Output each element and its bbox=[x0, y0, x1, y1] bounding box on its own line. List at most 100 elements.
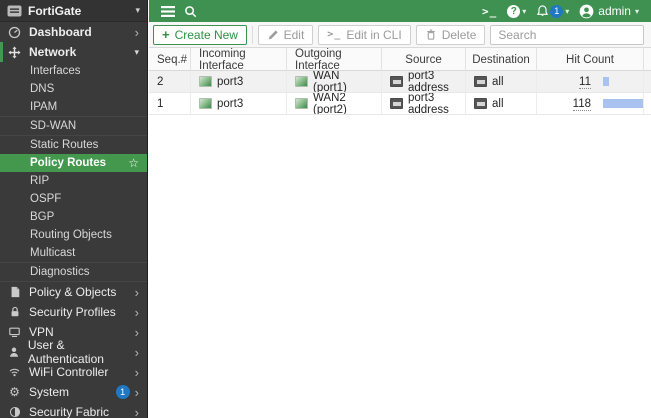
plus-icon: + bbox=[162, 27, 170, 42]
outgoing-interface-label: WAN (port1) bbox=[313, 71, 347, 92]
sidebar-item-static-routes[interactable]: Static Routes bbox=[0, 136, 147, 154]
sidebar-item-security-fabric[interactable]: Security Fabric › bbox=[0, 402, 147, 418]
edit-in-cli-button[interactable]: >_ Edit in CLI bbox=[318, 24, 411, 45]
destination-label: all bbox=[492, 75, 504, 88]
user-icon bbox=[7, 345, 21, 359]
sidebar-item-dns[interactable]: DNS bbox=[0, 80, 147, 98]
sidebar-item-dashboard[interactable]: Dashboard › bbox=[0, 22, 147, 42]
interface-icon bbox=[295, 76, 308, 87]
document-icon bbox=[7, 285, 22, 299]
edit-button[interactable]: Edit bbox=[257, 24, 314, 45]
source-label: port3 address bbox=[408, 93, 449, 114]
system-notification-badge: 1 bbox=[115, 385, 130, 399]
destination-cell: all bbox=[466, 71, 537, 92]
incoming-interface-cell: port3 bbox=[191, 71, 287, 92]
sub-item-label: Multicast bbox=[30, 247, 76, 259]
column-header-spacer bbox=[644, 48, 651, 72]
bell-icon bbox=[537, 5, 549, 17]
sub-item-label: DNS bbox=[30, 83, 55, 95]
security-fabric-icon bbox=[7, 405, 22, 418]
hit-count-value[interactable]: 11 bbox=[545, 75, 591, 89]
outgoing-interface-cell: WAN (port1) bbox=[287, 71, 382, 92]
caret-down-icon: ▾ bbox=[134, 46, 139, 57]
destination-label: all bbox=[492, 97, 504, 110]
sidebar-item-wifi-controller[interactable]: WiFi Controller › bbox=[0, 362, 147, 382]
sidebar-item-security-profiles[interactable]: Security Profiles › bbox=[0, 302, 147, 322]
edit-label: Edit bbox=[283, 27, 305, 42]
admin-menu[interactable]: admin ▾ bbox=[577, 4, 643, 19]
chevron-right-icon: › bbox=[134, 344, 139, 360]
column-header-incoming-interface[interactable]: Incoming Interface bbox=[191, 48, 287, 72]
sidebar-item-system[interactable]: ⚙ System 1 › bbox=[0, 382, 147, 402]
sub-item-label: SD-WAN bbox=[30, 120, 77, 132]
address-object-icon bbox=[474, 98, 487, 109]
sidebar-item-interfaces[interactable]: Interfaces bbox=[0, 62, 147, 80]
sidebar-item-rip[interactable]: RIP bbox=[0, 172, 147, 190]
fortigate-app: FortiGate ▾ Dashboard › Network ▾ Interf… bbox=[0, 0, 651, 418]
sidebar-item-multicast[interactable]: Multicast bbox=[0, 244, 147, 262]
sidebar: FortiGate ▾ Dashboard › Network ▾ Interf… bbox=[0, 0, 148, 418]
delete-button[interactable]: Delete bbox=[415, 24, 486, 45]
sidebar-item-diagnostics[interactable]: Diagnostics bbox=[0, 263, 147, 281]
device-name: FortiGate bbox=[28, 3, 82, 18]
sidebar-item-label: Dashboard bbox=[29, 25, 92, 39]
cli-console-icon[interactable]: >_ bbox=[478, 5, 501, 18]
sidebar-item-sd-wan[interactable]: SD-WAN bbox=[0, 117, 147, 135]
incoming-interface-label: port3 bbox=[217, 97, 244, 110]
help-menu[interactable]: ? ▾ bbox=[505, 4, 530, 18]
create-new-button[interactable]: + Create New bbox=[153, 24, 247, 45]
device-selector[interactable]: FortiGate ▾ bbox=[0, 0, 147, 22]
toolbar-divider bbox=[251, 25, 253, 44]
topbar-right-controls: >_ ? ▾ 1 ▾ admin ▾ bbox=[478, 4, 643, 19]
seq-cell: 1 bbox=[149, 93, 191, 114]
column-header-source[interactable]: Source bbox=[382, 48, 466, 72]
global-search-icon[interactable] bbox=[179, 0, 201, 22]
search-input[interactable] bbox=[491, 25, 644, 44]
address-object-icon bbox=[390, 76, 403, 87]
chevron-right-icon: › bbox=[134, 24, 139, 40]
column-header-destination[interactable]: Destination bbox=[466, 48, 537, 72]
sidebar-item-network[interactable]: Network ▾ bbox=[0, 42, 147, 62]
caret-down-icon: ▾ bbox=[522, 6, 527, 16]
source-cell: port3 address bbox=[382, 93, 466, 114]
interface-icon bbox=[295, 98, 308, 109]
sidebar-item-ipam[interactable]: IPAM bbox=[0, 98, 147, 116]
fortigate-logo-icon bbox=[7, 5, 22, 16]
sidebar-item-bgp[interactable]: BGP bbox=[0, 208, 147, 226]
trash-icon bbox=[426, 29, 435, 40]
table-row[interactable]: 1 port3 WAN2 (port2) port3 address all 1… bbox=[149, 93, 651, 115]
column-header-hit-count[interactable]: Hit Count bbox=[537, 48, 644, 72]
table-row[interactable]: 2 port3 WAN (port1) port3 address all 11 bbox=[149, 71, 651, 93]
chevron-right-icon: › bbox=[134, 284, 139, 300]
gauge-icon bbox=[7, 25, 22, 39]
sidebar-item-ospf[interactable]: OSPF bbox=[0, 190, 147, 208]
favorite-star-icon[interactable]: ☆ bbox=[128, 156, 139, 170]
sub-item-label: RIP bbox=[30, 175, 50, 187]
outgoing-interface-label: WAN2 (port2) bbox=[313, 93, 347, 114]
hit-count-cell: 118 bbox=[537, 93, 644, 114]
sidebar-item-user-authentication[interactable]: User & Authentication › bbox=[0, 338, 147, 366]
sidebar-item-label: VPN bbox=[29, 325, 54, 339]
sidebar-item-label: Network bbox=[29, 45, 77, 59]
sidebar-item-routing-objects[interactable]: Routing Objects bbox=[0, 226, 147, 244]
action-toolbar: + Create New Edit >_ Edit in CLI Delete bbox=[149, 22, 651, 48]
help-icon: ? bbox=[507, 4, 521, 18]
notifications-menu[interactable]: 1 ▾ bbox=[534, 4, 573, 18]
sidebar-item-label: Security Fabric bbox=[29, 405, 110, 418]
source-cell: port3 address bbox=[382, 71, 466, 92]
edit-in-cli-label: Edit in CLI bbox=[346, 27, 402, 42]
sidebar-item-label: Policy & Objects bbox=[29, 285, 117, 299]
hit-count-value[interactable]: 118 bbox=[545, 97, 591, 111]
sub-item-label: Interfaces bbox=[30, 65, 81, 77]
top-navigation-bar: >_ ? ▾ 1 ▾ admin ▾ bbox=[149, 0, 651, 22]
sidebar-item-policy-objects[interactable]: Policy & Objects › bbox=[0, 282, 147, 302]
column-header-seq[interactable]: Seq.# bbox=[149, 48, 191, 72]
chevron-right-icon: › bbox=[134, 304, 139, 320]
notification-count-badge: 1 bbox=[550, 4, 564, 18]
hamburger-menu-icon[interactable] bbox=[157, 0, 179, 22]
sidebar-item-policy-routes[interactable]: Policy Routes ☆ bbox=[0, 154, 147, 172]
chevron-right-icon: › bbox=[134, 384, 139, 400]
pencil-icon bbox=[268, 30, 278, 39]
column-header-outgoing-interface[interactable]: Outgoing Interface bbox=[287, 48, 382, 72]
source-label: port3 address bbox=[408, 71, 449, 92]
